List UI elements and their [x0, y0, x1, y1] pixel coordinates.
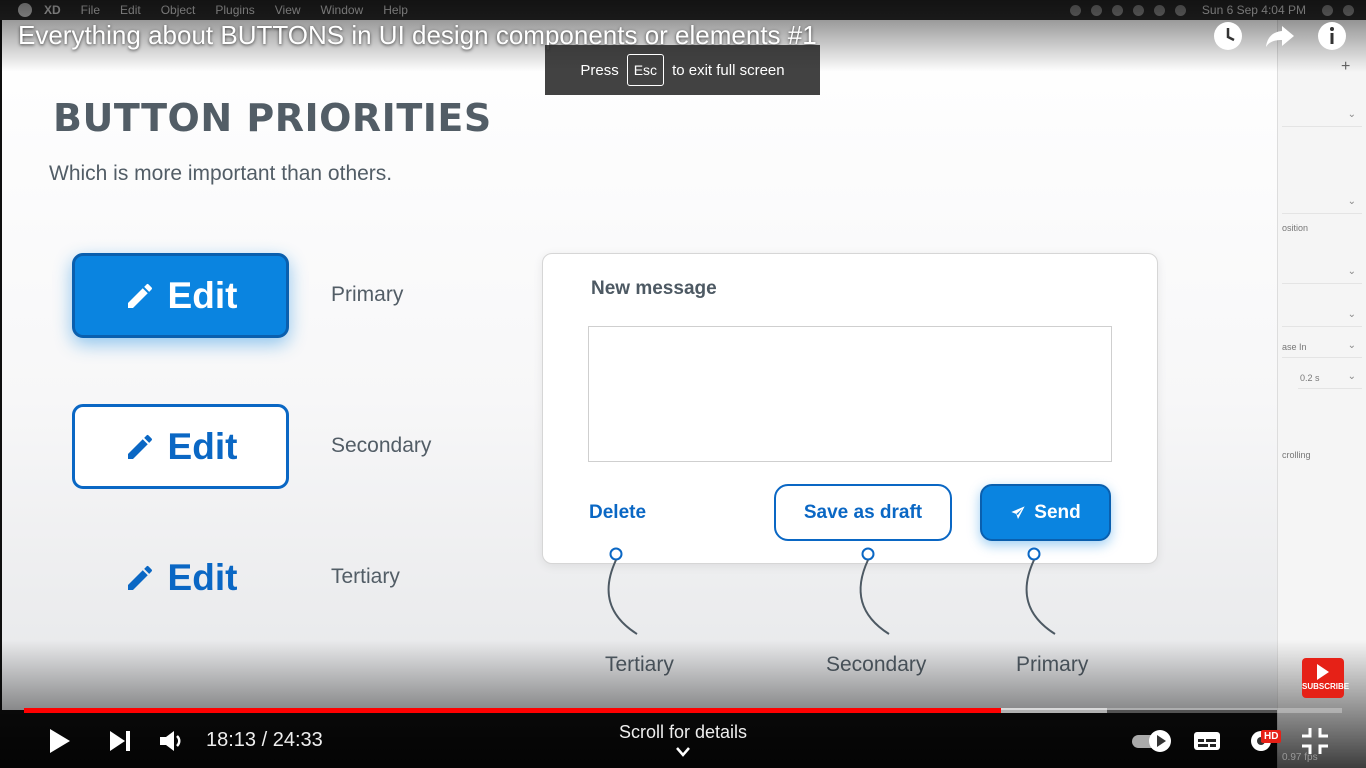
xd-properties-panel: + ⌄ ⌄ osition ⌄ ⌄ ase In ⌄ 0.2 s ⌄ croll… — [1277, 20, 1366, 768]
play-logo-icon — [1317, 664, 1329, 680]
chevron-down-icon: ⌄ — [1347, 340, 1356, 351]
play-icon[interactable] — [42, 724, 76, 758]
progress-played — [24, 708, 1001, 713]
chevron-down-icon: ⌄ — [1347, 196, 1356, 207]
duration-value: 0.2 s — [1300, 373, 1320, 383]
top-actions — [1212, 20, 1348, 52]
chevron-down-icon: ⌄ — [1347, 309, 1356, 320]
connector-primary — [1025, 547, 1056, 635]
menu-edit[interactable]: Edit — [120, 3, 141, 17]
easing-dropdown[interactable]: ase In ⌄ — [1282, 339, 1362, 358]
notice-press: Press — [580, 61, 619, 79]
menu-help[interactable]: Help — [383, 3, 408, 17]
spotlight-search-icon[interactable] — [1322, 4, 1333, 16]
menu-window[interactable]: Window — [321, 3, 364, 17]
volume-icon[interactable] — [1174, 4, 1186, 16]
annotation-label-secondary: Secondary — [826, 653, 927, 676]
chevron-down-icon: ⌄ — [1347, 109, 1356, 120]
share-icon[interactable] — [1264, 20, 1296, 52]
tray-icon[interactable] — [1090, 4, 1102, 16]
easing-value: ase In — [1282, 342, 1307, 352]
panel-label: crolling — [1282, 450, 1311, 460]
subtitles-icon[interactable] — [1190, 724, 1224, 758]
info-icon[interactable] — [1316, 20, 1348, 52]
menu-object[interactable]: Object — [161, 3, 196, 17]
wifi-icon[interactable] — [1153, 4, 1165, 16]
menu-app-xd[interactable]: XD — [44, 3, 61, 17]
presentation-slide: BUTTON PRIORITIES Which is more importan… — [2, 20, 1277, 710]
annotation-connectors — [607, 547, 1056, 635]
connector-secondary — [859, 547, 890, 635]
tray-icon[interactable] — [1069, 4, 1081, 16]
watch-later-icon[interactable] — [1212, 20, 1244, 52]
connector-tertiary — [607, 547, 638, 635]
next-video-icon[interactable] — [103, 724, 137, 758]
panel-dropdown[interactable]: ⌄ — [1282, 108, 1362, 127]
fps-readout: 0.97 fps — [1282, 752, 1318, 763]
duration-dropdown[interactable]: 0.2 s ⌄ — [1298, 370, 1362, 389]
subscribe-label: SUBSCRIBE — [1302, 682, 1350, 691]
tray-icon[interactable] — [1111, 4, 1123, 16]
control-center-icon[interactable] — [1343, 4, 1354, 16]
annotation-label-primary: Primary — [1016, 653, 1089, 676]
esc-key: Esc — [626, 54, 665, 86]
chevron-down-icon: ⌄ — [1347, 266, 1356, 277]
chevron-down-icon: ⌄ — [1347, 371, 1356, 382]
apple-icon[interactable] — [18, 3, 32, 17]
time-display: 18:13 / 24:33 — [206, 729, 323, 751]
menu-file[interactable]: File — [81, 3, 100, 17]
autoplay-toggle[interactable] — [1130, 724, 1174, 758]
chevron-down-icon[interactable] — [673, 744, 693, 760]
notice-rest: to exit full screen — [672, 61, 785, 79]
menubar-clock[interactable]: Sun 6 Sep 4:04 PM — [1202, 3, 1306, 17]
macos-menubar: XD File Edit Object Plugins View Window … — [0, 0, 1366, 20]
panel-label: osition — [1282, 223, 1309, 233]
hd-badge: HD — [1261, 730, 1282, 743]
panel-dropdown[interactable]: ⌄ — [1282, 195, 1362, 214]
subscribe-watermark[interactable]: SUBSCRIBE — [1302, 658, 1349, 698]
tray-icon[interactable] — [1132, 4, 1144, 16]
progress-bar[interactable] — [24, 708, 1342, 713]
volume-icon[interactable] — [154, 724, 188, 758]
panel-dropdown[interactable]: ⌄ — [1282, 265, 1362, 284]
add-icon[interactable]: + — [1341, 58, 1350, 76]
annotation-label-tertiary: Tertiary — [605, 653, 674, 676]
panel-dropdown[interactable]: ⌄ — [1282, 308, 1362, 327]
menu-plugins[interactable]: Plugins — [215, 3, 254, 17]
menu-view[interactable]: View — [275, 3, 301, 17]
status-tray: Sun 6 Sep 4:04 PM — [1069, 0, 1354, 20]
fullscreen-notice: Press Esc to exit full screen — [545, 45, 820, 95]
scroll-for-details[interactable]: Scroll for details — [600, 722, 766, 743]
